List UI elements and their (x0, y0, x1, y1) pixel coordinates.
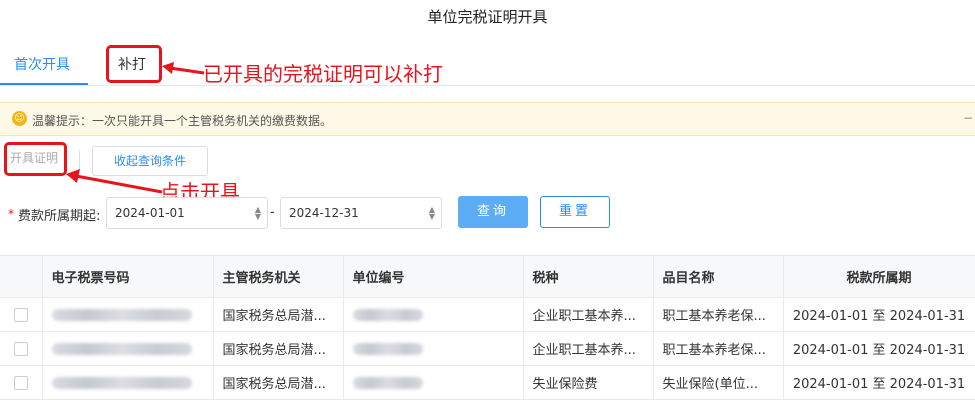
redacted-unit-number (352, 376, 423, 389)
table-row[interactable]: 国家税务总局潜... 企业职工基本养... 职工基本养老保... 2024-01… (0, 297, 975, 332)
table-row[interactable]: 国家税务总局潜... 失业保险费 失业保险(单位... 2024-01-01 至… (0, 365, 975, 400)
column-header: 单位编号 (343, 255, 524, 298)
annotation-arrow-icon (66, 169, 163, 194)
select-all-column (0, 255, 43, 298)
column-header: 电子税票号码 (42, 255, 214, 298)
start-date-input[interactable]: 2024-01-01 ▲ ▼ (106, 197, 268, 229)
table-cell-org: 国家税务总局潜... (213, 365, 344, 400)
row-checkbox[interactable] (13, 341, 28, 356)
query-button[interactable]: 查询 (458, 196, 528, 228)
active-tab-indicator (0, 83, 88, 85)
table-cell-tax-type: 失业保险费 (523, 365, 654, 400)
start-date-value: 2024-01-01 (115, 206, 185, 220)
end-date-input[interactable]: 2024-12-31 ▲ ▼ (280, 197, 442, 229)
annotation-box-reprint (106, 45, 162, 83)
redacted-ticket-number (51, 342, 192, 355)
annotation-reprint-note: 已开具的完税证明可以补打 (203, 62, 443, 86)
tip-bar: ☺ 温馨提示：一次只能开具一个主管税务机关的缴费数据。 − (0, 102, 975, 136)
payment-table: 电子税票号码 主管税务机关 单位编号 税种 品目名称 税款所属期 国家税务总局潜… (0, 255, 975, 400)
table-cell-item: 失业保险(单位... (653, 365, 784, 400)
row-checkbox[interactable] (13, 307, 28, 322)
reset-button[interactable]: 重置 (540, 196, 610, 228)
table-cell-item: 职工基本养老保... (653, 331, 784, 366)
close-icon[interactable]: − (963, 111, 973, 125)
row-checkbox[interactable] (13, 375, 28, 390)
tab-first-issue[interactable]: 首次开具 (14, 54, 70, 74)
redacted-unit-number (352, 308, 423, 321)
stepper-icon[interactable]: ▲ ▼ (255, 206, 261, 221)
smile-icon: ☺ (12, 111, 27, 126)
column-header: 主管税务机关 (213, 255, 344, 298)
table-cell-period: 2024-01-01 至 2024-01-31 (783, 365, 975, 400)
tip-text: 温馨提示：一次只能开具一个主管税务机关的缴费数据。 (32, 114, 333, 128)
column-header: 税种 (523, 255, 654, 298)
end-date-value: 2024-12-31 (289, 206, 359, 220)
table-cell-period: 2024-01-01 至 2024-01-31 (783, 297, 975, 332)
page-title: 单位完税证明开具 (427, 8, 548, 26)
period-filter-label: 费款所属期起: (18, 209, 101, 224)
table-cell-tax-type: 企业职工基本养... (523, 331, 654, 366)
annotation-box-issue (4, 142, 67, 176)
table-row[interactable]: 国家税务总局潜... 企业职工基本养... 职工基本养老保... 2024-01… (0, 331, 975, 366)
column-header: 品目名称 (653, 255, 784, 298)
table-header-row: 电子税票号码 主管税务机关 单位编号 税种 品目名称 税款所属期 (0, 255, 975, 298)
redacted-ticket-number (51, 308, 192, 321)
redacted-unit-number (352, 342, 423, 355)
annotation-arrow-icon (162, 62, 205, 75)
column-header: 税款所属期 (783, 255, 975, 298)
table-cell-org: 国家税务总局潜... (213, 297, 344, 332)
table-cell-tax-type: 企业职工基本养... (523, 297, 654, 332)
required-star-icon: * (8, 207, 14, 221)
table-cell-item: 职工基本养老保... (653, 297, 784, 332)
table-cell-org: 国家税务总局潜... (213, 331, 344, 366)
redacted-ticket-number (51, 376, 192, 389)
range-separator: - (270, 205, 275, 220)
table-cell-period: 2024-01-01 至 2024-01-31 (783, 331, 975, 366)
stepper-icon[interactable]: ▲ ▼ (429, 206, 435, 221)
